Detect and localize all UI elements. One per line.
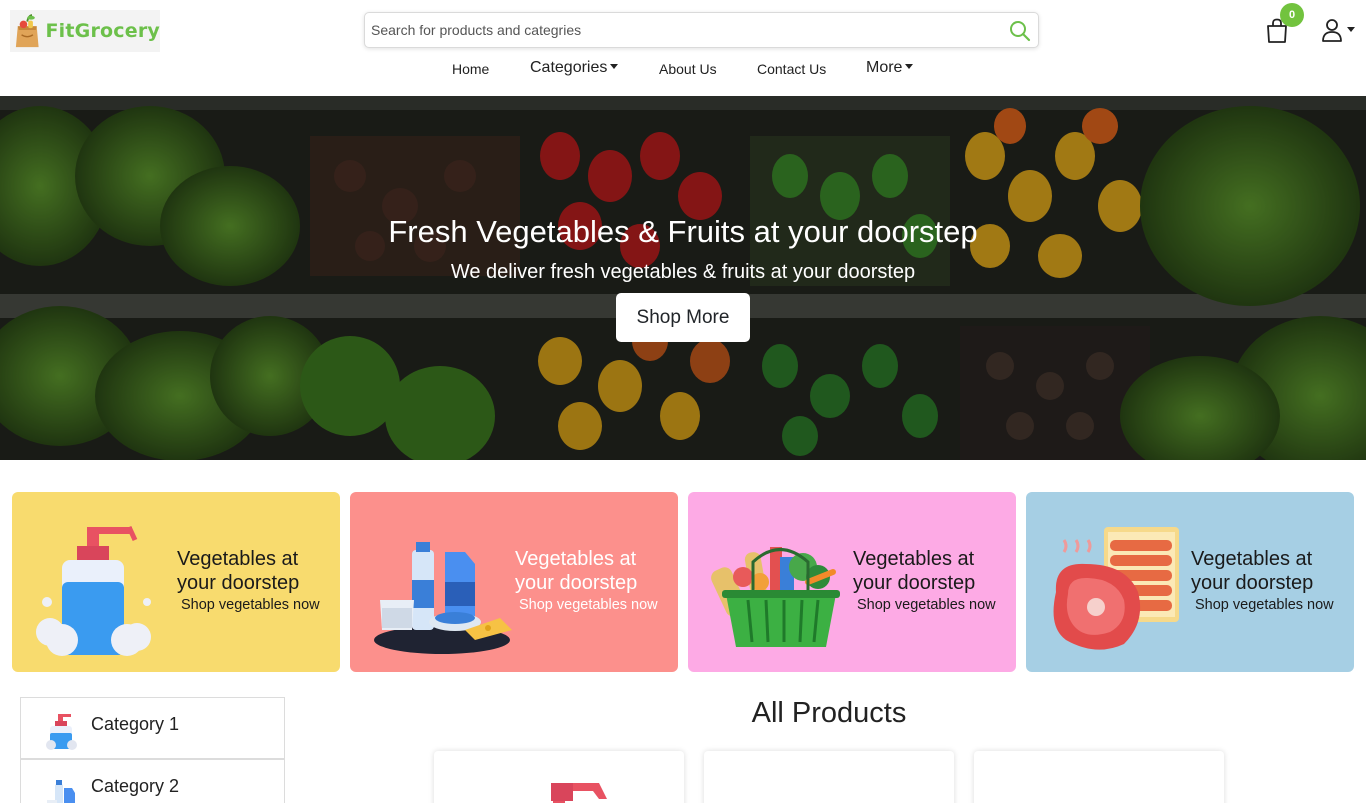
grocery-bag-icon xyxy=(15,13,39,48)
nav-categories-dropdown[interactable]: Categories xyxy=(530,59,619,77)
search-button[interactable] xyxy=(1008,19,1032,43)
promo-title: Vegetables at your doorstep xyxy=(177,548,300,594)
promo-title: Vegetables at your doorstep xyxy=(515,548,638,594)
sidebar-category-label: Category 2 xyxy=(91,776,180,796)
promo-card-2[interactable]: Vegetables at your doorstep Shop vegetab… xyxy=(350,492,678,672)
nav-contact-link[interactable]: Contact Us xyxy=(757,61,826,77)
caret-down-icon xyxy=(905,64,914,70)
product-card-1[interactable] xyxy=(434,751,684,803)
search-input[interactable] xyxy=(365,13,985,47)
dairy-icon xyxy=(374,542,512,654)
promo-card-1[interactable]: Vegetables at your doorstep Shop vegetab… xyxy=(12,492,340,672)
caret-down-icon xyxy=(1347,26,1355,32)
soap-bottle-icon xyxy=(36,525,151,656)
shop-more-button[interactable]: Shop More xyxy=(616,293,750,342)
promo-subtitle: Shop vegetables now xyxy=(181,597,320,613)
promo-title: Vegetables at your doorstep xyxy=(1191,548,1314,594)
nav-categories-label: Categories xyxy=(530,59,608,76)
product-card-2[interactable] xyxy=(704,751,954,803)
hero-banner: Fresh Vegetables & Fruits at your doorst… xyxy=(0,96,1366,460)
main-nav: Home Categories About Us Contact Us More xyxy=(0,58,1366,80)
sidebar-category-2[interactable]: Category 2 xyxy=(20,759,285,803)
nav-more-dropdown[interactable]: More xyxy=(866,59,914,77)
hero-title: Fresh Vegetables & Fruits at your doorst… xyxy=(388,214,978,249)
all-products-title: All Products xyxy=(751,697,907,729)
promo-subtitle: Shop vegetables now xyxy=(519,597,658,613)
user-menu-button[interactable] xyxy=(1320,17,1358,43)
promo-subtitle: Shop vegetables now xyxy=(1195,597,1334,613)
product-image xyxy=(551,783,607,803)
promo-title: Vegetables at your doorstep xyxy=(853,548,976,594)
caret-down-icon xyxy=(610,64,619,70)
cart-count-badge: 0 xyxy=(1280,3,1304,27)
search-bar xyxy=(364,12,1039,48)
brand-name: FitGrocery xyxy=(45,20,160,42)
brand-logo[interactable]: FitGrocery xyxy=(10,10,160,52)
grocery-basket-icon xyxy=(711,547,840,647)
promo-card-3[interactable]: Vegetables at your doorstep Shop vegetab… xyxy=(688,492,1016,672)
nav-about-link[interactable]: About Us xyxy=(659,61,717,77)
dairy-icon xyxy=(47,780,75,803)
nav-more-label: More xyxy=(866,59,903,76)
product-card-3[interactable] xyxy=(974,751,1224,803)
hero-subtitle: We deliver fresh vegetables & fruits at … xyxy=(450,261,916,283)
promo-subtitle: Shop vegetables now xyxy=(857,597,996,613)
promo-card-4[interactable]: Vegetables at your doorstep Shop vegetab… xyxy=(1026,492,1354,672)
search-icon xyxy=(1010,21,1031,42)
user-icon xyxy=(1322,19,1342,42)
meat-icon xyxy=(1053,527,1179,650)
nav-home-link[interactable]: Home xyxy=(452,61,489,77)
